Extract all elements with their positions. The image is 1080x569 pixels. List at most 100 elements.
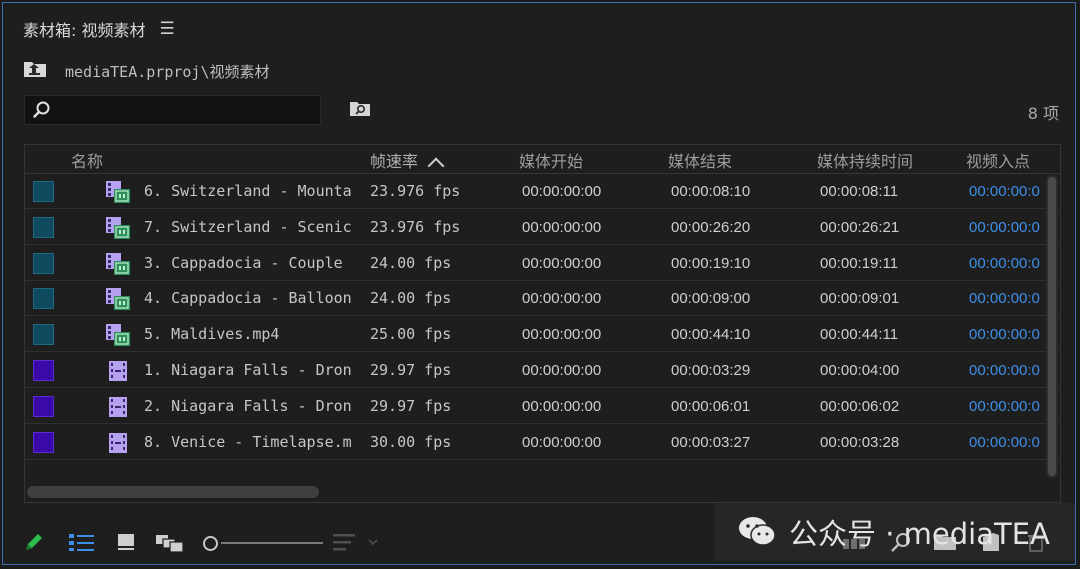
media-end: 00:00:09:00 — [671, 290, 751, 308]
item-count: 8 项 — [1027, 104, 1059, 123]
zoom-slider-handle[interactable] — [203, 536, 218, 551]
clip-table: 名称 帧速率 媒体开始 媒体结束 媒体持续时间 视频入点 6. Switzerl… — [24, 144, 1061, 503]
media-duration: 00:00:04:00 — [820, 362, 900, 379]
sequence-icon — [105, 215, 131, 245]
find-in-bin-icon[interactable] — [349, 100, 371, 121]
media-start: 00:00:00:00 — [522, 218, 602, 236]
sequence-icon — [105, 179, 131, 209]
video-in-point[interactable]: 00:00:00:0 — [969, 326, 1045, 343]
video-in-point[interactable]: 00:00:00:0 — [969, 219, 1045, 236]
media-start: 00:00:00:00 — [522, 362, 602, 379]
column-header-media-start[interactable]: 媒体开始 — [519, 148, 583, 172]
media-duration: 00:00:06:02 — [820, 397, 900, 415]
icon-view-icon[interactable] — [117, 533, 135, 555]
frame-rate: 25.00 fps — [370, 325, 452, 344]
table-row[interactable]: 6. Switzerland - Mounta 23.976 fps 00:00:0… — [25, 174, 1060, 209]
freeform-view-icon[interactable] — [155, 533, 185, 557]
media-end: 00:00:03:27 — [671, 433, 751, 451]
project-panel: 素材箱: 视频素材 ☰ mediaTEA.prproj\视频素材 8 项 名称 — [2, 2, 1076, 565]
column-header-media-duration[interactable]: 媒体持续时间 — [817, 148, 913, 172]
media-end: 00:00:03:29 — [671, 362, 751, 379]
table-row[interactable]: 7. Switzerland - Scenic 23.976 fps 00:00:0… — [25, 210, 1060, 245]
media-start: 00:00:00:00 — [522, 397, 602, 415]
panel-title: 素材箱: 视频素材 — [23, 21, 146, 40]
clip-name[interactable]: 1. Niagara Falls - Dron — [144, 361, 352, 379]
label-color-swatch[interactable] — [33, 252, 54, 274]
label-color-swatch[interactable] — [33, 216, 54, 238]
clip-name[interactable]: 3. Cappadocia - Couple — [144, 254, 352, 272]
pencil-icon[interactable] — [23, 531, 45, 557]
media-duration: 00:00:26:21 — [820, 218, 900, 236]
clip-name[interactable]: 2. Niagara Falls - Dron — [144, 397, 352, 415]
media-duration: 00:00:09:01 — [820, 290, 900, 308]
media-end: 00:00:08:10 — [671, 183, 751, 200]
video-in-point[interactable]: 00:00:00:0 — [969, 255, 1045, 272]
media-duration: 00:00:44:11 — [820, 326, 899, 344]
sequence-icon — [105, 251, 131, 281]
column-header-name[interactable]: 名称 — [71, 148, 103, 172]
table-row[interactable]: 4. Cappadocia - Balloon 24.00 fps 00:00:00… — [25, 281, 1060, 317]
label-color-swatch[interactable] — [33, 324, 54, 346]
search-icon — [33, 101, 50, 118]
table-row[interactable]: 1. Niagara Falls - Dron 29.97 fps 00:00:00… — [25, 353, 1060, 388]
video-in-point[interactable]: 00:00:00:0 — [969, 434, 1045, 451]
media-duration: 00:00:08:11 — [820, 183, 899, 200]
label-color-swatch[interactable] — [33, 360, 54, 381]
search-input[interactable] — [57, 101, 311, 119]
column-header-frame-rate[interactable]: 帧速率 — [370, 148, 445, 174]
frame-rate: 29.97 fps — [370, 396, 452, 415]
search-field[interactable] — [24, 95, 321, 125]
frame-rate: 24.00 fps — [370, 289, 452, 308]
up-folder-icon[interactable] — [23, 60, 47, 82]
watermark-text: 公众号 · mediaTEA — [789, 517, 1050, 551]
horizontal-scrollbar[interactable] — [27, 486, 319, 498]
media-start: 00:00:00:00 — [522, 183, 602, 200]
media-start: 00:00:00:00 — [522, 433, 602, 451]
table-row[interactable]: 8. Venice - Timelapse.m 30.00 fps 00:00:00… — [25, 425, 1060, 460]
zoom-slider-track[interactable] — [221, 542, 323, 544]
column-header-video-in[interactable]: 视频入点 — [966, 148, 1030, 172]
media-end: 00:00:19:10 — [671, 254, 751, 272]
media-start: 00:00:00:00 — [522, 290, 602, 308]
media-duration: 00:00:03:28 — [820, 433, 900, 451]
sort-icon[interactable] — [333, 532, 379, 558]
label-color-swatch[interactable] — [33, 395, 54, 417]
clip-name[interactable]: 4. Cappadocia - Balloon — [144, 289, 352, 307]
video-in-point[interactable]: 00:00:00:0 — [969, 398, 1045, 415]
media-end: 00:00:26:20 — [671, 218, 751, 236]
label-color-swatch[interactable] — [33, 288, 54, 310]
column-header-media-end[interactable]: 媒体结束 — [668, 148, 732, 172]
video-in-point[interactable]: 00:00:00:0 — [969, 183, 1045, 200]
frame-rate: 23.976 fps — [370, 182, 461, 200]
sort-ascending-icon — [427, 157, 445, 174]
frame-rate: 23.976 fps — [370, 217, 461, 236]
column-header-frame-rate-label: 帧速率 — [370, 152, 419, 171]
panel-header: 素材箱: 视频素材 ☰ — [23, 17, 175, 41]
video-in-point[interactable]: 00:00:00:0 — [969, 290, 1045, 307]
video-clip-icon — [105, 430, 131, 460]
frame-rate: 29.97 fps — [370, 361, 452, 379]
label-color-swatch[interactable] — [33, 181, 54, 202]
table-row[interactable]: 5. Maldives.mp4 25.00 fps 00:00:00:00 00:00… — [25, 317, 1060, 353]
video-clip-icon — [105, 358, 131, 388]
table-row[interactable]: 3. Cappadocia - Couple 24.00 fps 00:00:00:… — [25, 246, 1060, 281]
label-color-swatch[interactable] — [33, 431, 54, 453]
video-in-point[interactable]: 00:00:00:0 — [969, 362, 1045, 379]
list-view-icon[interactable] — [69, 533, 95, 555]
breadcrumb: mediaTEA.prproj\视频素材 — [23, 60, 270, 82]
hamburger-menu-icon[interactable]: ☰ — [159, 19, 174, 39]
media-duration: 00:00:19:11 — [820, 254, 899, 272]
vertical-scrollbar[interactable] — [1046, 175, 1058, 478]
project-path: mediaTEA.prproj\视频素材 — [65, 62, 270, 81]
clip-name[interactable]: 5. Maldives.mp4 — [144, 325, 352, 343]
clip-name[interactable]: 6. Switzerland - Mounta — [144, 182, 352, 200]
clip-name[interactable]: 8. Venice - Timelapse.m — [144, 433, 352, 451]
clip-name[interactable]: 7. Switzerland - Scenic — [144, 218, 352, 236]
sequence-icon — [105, 286, 131, 316]
media-start: 00:00:00:00 — [522, 326, 602, 344]
frame-rate: 30.00 fps — [370, 432, 452, 451]
table-header: 名称 帧速率 媒体开始 媒体结束 媒体持续时间 视频入点 — [25, 145, 1060, 174]
table-row[interactable]: 2. Niagara Falls - Dron 29.97 fps 00:00:00… — [25, 389, 1060, 424]
media-end: 00:00:44:10 — [671, 326, 751, 344]
vertical-scrollbar-thumb[interactable] — [1048, 177, 1056, 476]
